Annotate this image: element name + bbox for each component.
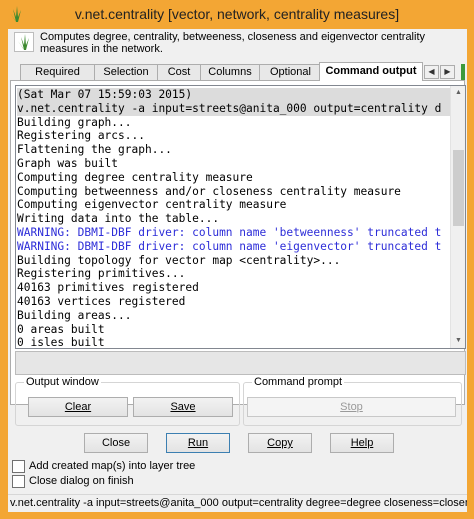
command-output-console[interactable]: (Sat Mar 07 15:59:03 2015) v.net.centrali… <box>15 85 466 349</box>
stop-button-label: Stop <box>340 401 363 413</box>
tab-selection[interactable]: Selection <box>94 64 158 80</box>
run-button-label: Run <box>187 437 209 449</box>
output-window-group: Output window Clear Save <box>15 376 240 426</box>
grass-logo-icon <box>14 32 34 52</box>
close-on-finish-label: Close dialog on finish <box>29 475 134 487</box>
copy-button-label: Copy <box>267 437 293 449</box>
output-line: 40163 primitives registered <box>17 281 199 295</box>
output-line: Registering primitives... <box>17 267 186 281</box>
tab-edge-indicator <box>461 64 465 80</box>
tab-scroll-left-icon[interactable]: ◀ <box>424 65 439 79</box>
stop-button[interactable]: Stop <box>247 397 456 417</box>
output-lines: (Sat Mar 07 15:59:03 2015) v.net.centrali… <box>16 86 451 348</box>
output-line: WARNING: DBMI-DBF driver: column name 'b… <box>17 225 442 239</box>
output-line: Flattening the graph... <box>17 143 172 157</box>
output-line: Building topology for vector map <centra… <box>17 253 341 267</box>
output-line: Graph was built <box>17 156 119 170</box>
save-button-label: Save <box>170 401 196 413</box>
command-prompt-label: Command prompt <box>252 376 345 388</box>
output-line: Computing eigenvector centrality measure <box>17 198 287 212</box>
output-line: 0 isles built <box>17 336 105 348</box>
close-button[interactable]: Close <box>84 433 148 453</box>
run-button[interactable]: Run <box>166 433 230 453</box>
close-button-label: Close <box>101 437 131 449</box>
description-text: Computes degree, centrality, betweeness,… <box>40 31 426 55</box>
title-bar: v.net.centrality [vector, network, centr… <box>0 0 474 29</box>
output-line: Computing betweenness and/or closeness c… <box>17 184 401 198</box>
output-line: (Sat Mar 07 15:59:03 2015) <box>17 88 451 102</box>
close-on-finish-checkbox[interactable] <box>12 475 25 488</box>
output-line: 40163 vertices registered <box>17 294 186 308</box>
output-line: Writing data into the table... <box>17 212 220 226</box>
clear-button[interactable]: Clear <box>28 397 128 417</box>
save-button[interactable]: Save <box>133 397 233 417</box>
output-scrollbar[interactable]: ▲ ▼ <box>450 86 465 348</box>
module-description: Computes degree, centrality, betweeness,… <box>10 29 465 58</box>
tab-command-output[interactable]: Command output <box>319 62 423 81</box>
output-line: Building graph... <box>17 115 132 129</box>
output-line: 0 areas built <box>17 322 105 336</box>
command-prompt-group: Command prompt Stop <box>243 376 462 426</box>
status-bar: v.net.centrality -a input=streets@anita_… <box>8 494 467 512</box>
help-button-label: Help <box>350 437 374 449</box>
output-line: Registering arcs... <box>17 129 145 143</box>
help-button[interactable]: Help <box>330 433 394 453</box>
scrollbar-thumb[interactable] <box>453 150 464 226</box>
window-title: v.net.centrality [vector, network, centr… <box>74 6 400 22</box>
add-maps-checkbox[interactable] <box>12 460 25 473</box>
close-on-finish-option[interactable]: Close dialog on finish <box>12 475 312 489</box>
command-output-panel: (Sat Mar 07 15:59:03 2015) v.net.centrali… <box>10 80 466 426</box>
output-line: Computing degree centrality measure <box>17 170 253 184</box>
tab-required[interactable]: Required <box>20 64 95 80</box>
output-line: Building areas... <box>17 308 132 322</box>
dialog-client-area: Computes degree, centrality, betweeness,… <box>8 29 467 512</box>
clear-button-label: Clear <box>64 401 92 413</box>
output-line: WARNING: DBMI-DBF driver: column name 'e… <box>17 239 442 253</box>
tab-scroll-right-icon[interactable]: ▶ <box>440 65 455 79</box>
add-maps-label: Add created map(s) into layer tree <box>29 460 196 472</box>
progress-bar <box>15 351 466 375</box>
output-line: v.net.centrality -a input=streets@anita_… <box>17 101 451 116</box>
copy-button[interactable]: Copy <box>248 433 312 453</box>
tab-columns[interactable]: Columns <box>200 64 260 80</box>
scroll-down-icon[interactable]: ▼ <box>451 334 465 348</box>
scroll-up-icon[interactable]: ▲ <box>451 86 465 100</box>
tab-cost[interactable]: Cost <box>157 64 201 80</box>
tab-bar: Required Selection Cost Columns Optional… <box>10 62 465 81</box>
add-maps-option[interactable]: Add created map(s) into layer tree <box>12 460 312 474</box>
output-window-label: Output window <box>24 376 101 388</box>
tab-optional[interactable]: Optional <box>259 64 322 80</box>
